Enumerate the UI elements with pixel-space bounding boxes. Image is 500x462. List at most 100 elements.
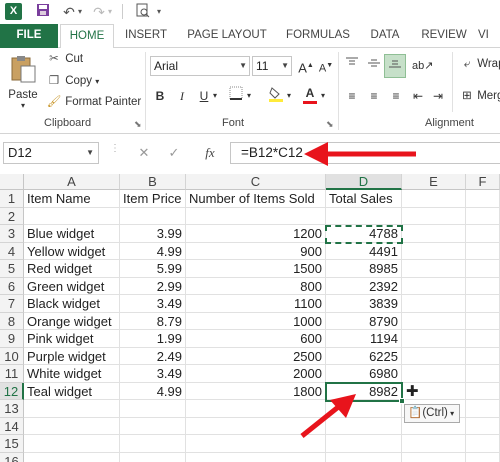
tab-view[interactable]: VI	[478, 24, 500, 48]
cell[interactable]	[466, 277, 500, 295]
cell[interactable]	[466, 225, 500, 243]
cell[interactable]: 3.49	[120, 295, 186, 313]
cell[interactable]	[402, 295, 466, 313]
column-header-a[interactable]: A	[24, 174, 120, 190]
row-header[interactable]: 10	[0, 347, 24, 365]
cell[interactable]: 2500	[186, 347, 326, 365]
align-top-icon[interactable]	[342, 56, 362, 76]
cut-button[interactable]: ✂ Cut	[46, 51, 83, 65]
cell[interactable]: 900	[186, 242, 326, 260]
cell[interactable]: Teal widget	[24, 382, 120, 400]
tab-data[interactable]: DATA	[362, 24, 408, 48]
column-header-b[interactable]: B	[120, 174, 186, 190]
cell[interactable]: White widget	[24, 365, 120, 383]
cell[interactable]	[120, 417, 186, 435]
cell[interactable]	[402, 435, 466, 453]
tab-insert[interactable]: INSERT	[118, 24, 174, 48]
row-header[interactable]: 4	[0, 242, 24, 260]
font-color-dropdown-icon[interactable]: ▾	[318, 86, 328, 106]
cell[interactable]: 2000	[186, 365, 326, 383]
cell[interactable]	[402, 260, 466, 278]
cell[interactable]	[120, 400, 186, 418]
align-middle-icon[interactable]	[364, 56, 384, 76]
cell[interactable]: 3.99	[120, 225, 186, 243]
cell[interactable]	[402, 190, 466, 208]
cell[interactable]: Black widget	[24, 295, 120, 313]
increase-indent-icon[interactable]: ⇥	[428, 86, 448, 106]
cell[interactable]: 3839	[326, 295, 402, 313]
cell[interactable]	[402, 242, 466, 260]
fill-handle[interactable]	[399, 397, 405, 404]
cell[interactable]	[402, 452, 466, 462]
cell[interactable]: 2392	[326, 277, 402, 295]
italic-button[interactable]: I	[172, 86, 192, 106]
cell[interactable]: 4491	[326, 242, 402, 260]
fill-color-icon[interactable]	[266, 86, 286, 106]
font-dialog-launcher-icon[interactable]: ⬊	[326, 119, 334, 130]
paste-options-button[interactable]: 📋(Ctrl) ▾	[404, 404, 460, 423]
row-header[interactable]: 3	[0, 225, 24, 243]
cell[interactable]	[120, 207, 186, 225]
cell[interactable]: 1.99	[120, 330, 186, 348]
cell[interactable]: 4.99	[120, 242, 186, 260]
insert-function-button[interactable]: fx	[200, 142, 220, 164]
column-header-c[interactable]: C	[186, 174, 326, 190]
align-right-icon[interactable]: ≡	[386, 86, 406, 106]
cell[interactable]	[466, 190, 500, 208]
undo-dropdown-icon[interactable]: ▾	[76, 3, 84, 21]
cell[interactable]	[466, 435, 500, 453]
cell[interactable]	[402, 277, 466, 295]
print-preview-icon[interactable]	[134, 3, 152, 21]
cell[interactable]: Orange widget	[24, 312, 120, 330]
increase-font-icon[interactable]: A▲	[296, 56, 316, 76]
cell[interactable]: 6980	[326, 365, 402, 383]
copy-dropdown-icon[interactable]: ▾	[95, 77, 99, 86]
tab-review[interactable]: REVIEW	[414, 24, 474, 48]
cell[interactable]: 1000	[186, 312, 326, 330]
save-icon[interactable]	[34, 3, 52, 21]
cell[interactable]	[466, 207, 500, 225]
paste-button[interactable]: Paste ▾	[6, 54, 40, 110]
cell[interactable]	[326, 207, 402, 225]
cell[interactable]: 3.49	[120, 365, 186, 383]
name-box[interactable]: D12 ▼	[3, 142, 99, 164]
tab-home[interactable]: HOME	[60, 24, 114, 49]
decrease-font-icon[interactable]: A▼	[316, 56, 336, 76]
cell[interactable]: 8985	[326, 260, 402, 278]
column-header-f[interactable]: F	[466, 174, 500, 190]
cell[interactable]: 4.99	[120, 382, 186, 400]
cell[interactable]	[466, 295, 500, 313]
row-header[interactable]: 8	[0, 312, 24, 330]
column-header-e[interactable]: E	[402, 174, 466, 190]
cell[interactable]	[24, 207, 120, 225]
row-header[interactable]: 1	[0, 190, 24, 208]
row-header[interactable]: 7	[0, 295, 24, 313]
merge-center-button[interactable]: ⊞ Merg	[460, 88, 500, 102]
cell[interactable]	[466, 312, 500, 330]
font-name-combo[interactable]: Arial ▼	[150, 56, 250, 76]
column-header-d[interactable]: D	[326, 174, 402, 190]
cell[interactable]	[466, 382, 500, 400]
customize-qat-icon[interactable]: ▾	[154, 3, 164, 21]
cell[interactable]: 1500	[186, 260, 326, 278]
align-left-icon[interactable]: ≡	[342, 86, 362, 106]
cell[interactable]	[402, 312, 466, 330]
cell[interactable]	[120, 435, 186, 453]
borders-dropdown-icon[interactable]: ▾	[244, 86, 254, 106]
cell[interactable]	[120, 452, 186, 462]
cell[interactable]	[24, 435, 120, 453]
cell[interactable]	[466, 452, 500, 462]
cell[interactable]: Item Price	[120, 190, 186, 208]
bold-button[interactable]: B	[150, 86, 170, 106]
cell[interactable]: Yellow widget	[24, 242, 120, 260]
enter-icon[interactable]: ✓	[164, 142, 184, 164]
copy-button[interactable]: ❐ Copy ▾	[46, 73, 99, 87]
clipboard-dialog-launcher-icon[interactable]: ⬊	[134, 119, 142, 130]
cell[interactable]: Pink widget	[24, 330, 120, 348]
cell[interactable]: 600	[186, 330, 326, 348]
wrap-text-button[interactable]: ⤶ Wrap	[460, 58, 500, 71]
align-center-icon[interactable]: ≡	[364, 86, 384, 106]
tab-formulas[interactable]: FORMULAS	[280, 24, 356, 48]
cell[interactable]: Blue widget	[24, 225, 120, 243]
cell[interactable]	[466, 417, 500, 435]
